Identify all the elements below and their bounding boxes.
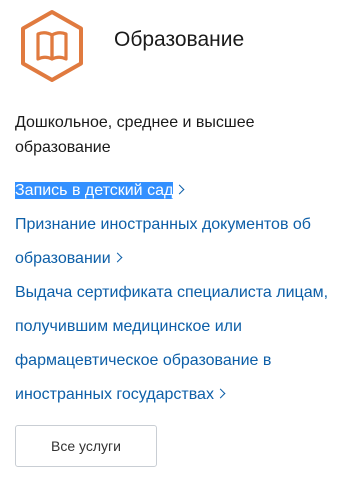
service-link-label[interactable]: Выдача сертификата специалиста лицам, по… <box>15 284 328 403</box>
service-link-medical-certificate[interactable]: Выдача сертификата специалиста лицам, по… <box>15 276 335 412</box>
category-card: Образование Дошкольное, среднее и высшее… <box>0 0 338 479</box>
open-book-icon <box>21 10 83 82</box>
chevron-right-icon <box>215 388 226 399</box>
service-link-foreign-documents[interactable]: Признание иностранных документов об обра… <box>15 208 335 276</box>
chevron-right-icon <box>112 252 123 263</box>
chevron-right-icon <box>174 184 185 195</box>
service-links-list: Запись в детский сад Признание иностранн… <box>15 174 335 412</box>
category-description: Дошкольное, среднее и высшее образование <box>15 114 255 156</box>
category-title[interactable]: Образование <box>114 27 244 53</box>
service-link-kindergarten[interactable]: Запись в детский сад <box>15 174 335 208</box>
service-link-label[interactable]: Запись в детский сад <box>15 182 174 199</box>
all-services-button[interactable]: Все услуги <box>15 425 157 467</box>
service-link-label[interactable]: Признание иностранных документов об обра… <box>15 216 311 267</box>
